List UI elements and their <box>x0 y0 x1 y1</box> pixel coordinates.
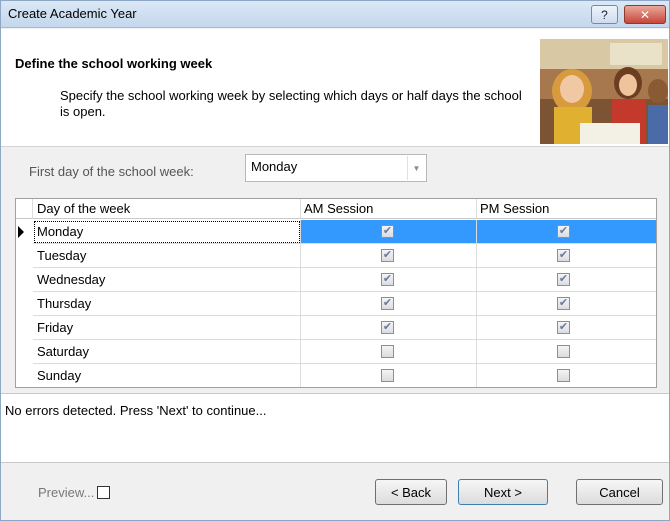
pm-session-cell[interactable]: ✔ <box>477 244 656 268</box>
pm-session-checkbox[interactable] <box>557 345 570 358</box>
am-session-checkbox[interactable] <box>381 345 394 358</box>
am-session-cell[interactable]: ✔ <box>301 316 477 340</box>
classroom-image <box>540 39 668 144</box>
am-session-cell[interactable] <box>301 364 477 387</box>
working-week-grid: Day of the week AM Session PM Session Mo… <box>15 198 657 388</box>
day-cell[interactable]: Monday <box>33 220 301 244</box>
pm-session-cell[interactable]: ✔ <box>477 268 656 292</box>
am-session-checkbox[interactable] <box>381 369 394 382</box>
pm-session-cell[interactable] <box>477 340 656 364</box>
close-icon: ✕ <box>639 7 651 22</box>
cancel-button[interactable]: Cancel <box>576 479 663 505</box>
title-bar: Create Academic Year ? ✕ <box>1 1 669 28</box>
row-selector-arrow-icon <box>18 226 24 238</box>
pm-session-checkbox[interactable]: ✔ <box>557 249 570 262</box>
column-header-day[interactable]: Day of the week <box>33 199 301 219</box>
table-row[interactable]: Friday ✔ ✔ <box>16 316 656 340</box>
next-button[interactable]: Next > <box>458 479 548 505</box>
day-cell[interactable]: Saturday <box>33 340 301 364</box>
grid-header: Day of the week AM Session PM Session <box>16 199 656 219</box>
am-session-checkbox[interactable]: ✔ <box>381 273 394 286</box>
column-header-pm[interactable]: PM Session <box>477 199 656 219</box>
table-row[interactable]: Wednesday ✔ ✔ <box>16 268 656 292</box>
page-title: Define the school working week <box>15 56 213 71</box>
am-session-checkbox[interactable]: ✔ <box>381 321 394 334</box>
am-session-checkbox[interactable]: ✔ <box>381 249 394 262</box>
chevron-down-icon[interactable]: ▼ <box>407 156 425 180</box>
preview-toggle[interactable]: Preview... <box>38 485 111 500</box>
help-icon: ? <box>601 7 608 22</box>
validation-messages-panel: No errors detected. Press 'Next' to cont… <box>1 393 669 463</box>
page-description: Specify the school working week by selec… <box>60 88 522 119</box>
pm-session-cell[interactable]: ✔ <box>477 292 656 316</box>
window-title: Create Academic Year <box>8 6 137 21</box>
validation-message: No errors detected. Press 'Next' to cont… <box>5 403 267 418</box>
table-row[interactable]: Saturday <box>16 340 656 364</box>
help-button[interactable]: ? <box>591 5 618 24</box>
table-row[interactable]: Monday ✔ ✔ <box>16 220 656 244</box>
am-session-cell[interactable] <box>301 340 477 364</box>
first-day-select[interactable]: Monday ▼ <box>245 154 427 182</box>
table-row[interactable]: Thursday ✔ ✔ <box>16 292 656 316</box>
create-academic-year-dialog: Create Academic Year ? ✕ Define the scho… <box>0 0 670 521</box>
preview-label: Preview... <box>38 485 95 500</box>
first-day-label: First day of the school week: <box>29 164 194 179</box>
am-session-cell[interactable]: ✔ <box>301 220 477 244</box>
column-header-am[interactable]: AM Session <box>301 199 477 219</box>
pm-session-cell[interactable]: ✔ <box>477 316 656 340</box>
classroom-photo <box>540 39 668 144</box>
day-cell[interactable]: Tuesday <box>33 244 301 268</box>
pm-session-checkbox[interactable]: ✔ <box>557 321 570 334</box>
pm-session-checkbox[interactable]: ✔ <box>557 297 570 310</box>
pm-session-cell[interactable] <box>477 364 656 387</box>
day-cell[interactable]: Thursday <box>33 292 301 316</box>
pm-session-cell[interactable]: ✔ <box>477 220 656 244</box>
am-session-cell[interactable]: ✔ <box>301 292 477 316</box>
row-header-corner <box>16 199 33 219</box>
preview-checkbox[interactable] <box>97 486 111 499</box>
am-session-cell[interactable]: ✔ <box>301 268 477 292</box>
first-day-value: Monday <box>251 159 298 174</box>
pm-session-checkbox[interactable]: ✔ <box>557 273 570 286</box>
am-session-checkbox[interactable]: ✔ <box>381 297 394 310</box>
day-cell[interactable]: Sunday <box>33 364 301 387</box>
am-session-cell[interactable]: ✔ <box>301 244 477 268</box>
pm-session-checkbox[interactable] <box>557 369 570 382</box>
table-row[interactable]: Tuesday ✔ ✔ <box>16 244 656 268</box>
am-session-checkbox[interactable]: ✔ <box>381 225 394 238</box>
table-row[interactable]: Sunday <box>16 364 656 387</box>
pm-session-checkbox[interactable]: ✔ <box>557 225 570 238</box>
back-button[interactable]: < Back <box>375 479 447 505</box>
wizard-header: Define the school working week Specify t… <box>1 29 669 147</box>
close-button[interactable]: ✕ <box>624 5 666 24</box>
day-cell[interactable]: Wednesday <box>33 268 301 292</box>
day-cell[interactable]: Friday <box>33 316 301 340</box>
